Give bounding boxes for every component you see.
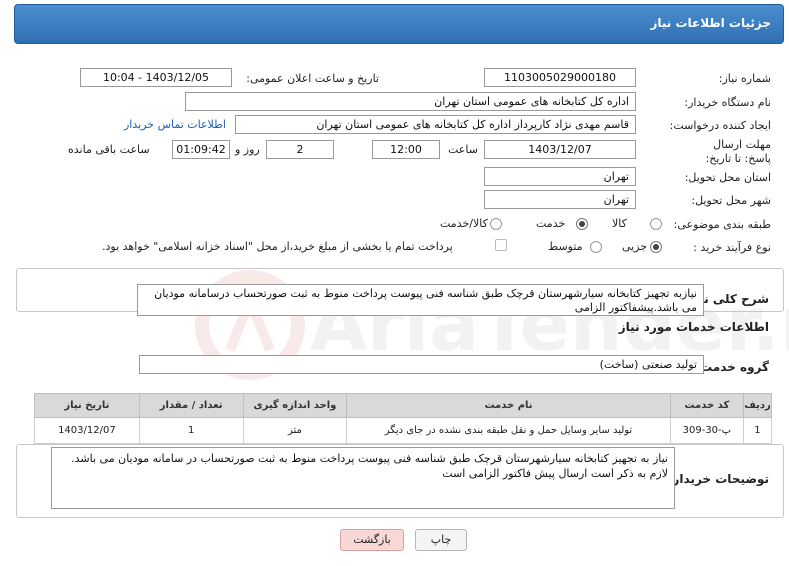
remaining-days-field: 2: [266, 140, 334, 159]
deadline-date-field: 1403/12/07: [484, 140, 636, 159]
radio-selected-dot: [579, 221, 585, 227]
services-table: ردیف کد خدمت نام خدمت واحد اندازه گیری ت…: [34, 393, 773, 444]
col-header-service-code: کد خدمت: [669, 393, 744, 418]
table-row: 1 پ-30-309 تولید سایر وسایل حمل و نقل طب…: [34, 417, 773, 444]
radio-selected-dot: [653, 244, 659, 250]
delivery-city-label: شهر محل تحویل:: [691, 194, 771, 207]
service-group-label: گروه خدمت:: [695, 360, 769, 374]
buyer-notes-textarea[interactable]: نیاز به تجهیز کتابخانه سیارشهرستان قرچک …: [51, 447, 675, 509]
creator-field: قاسم مهدی نژاد کارپرداز اداره کل کتابخان…: [235, 115, 636, 134]
category-radio-goods[interactable]: [650, 218, 662, 230]
announce-datetime-field: 1403/12/05 - 10:04: [80, 68, 232, 87]
services-section-title: اطلاعات خدمات مورد نیاز: [618, 320, 769, 334]
days-label: روز و: [235, 143, 260, 156]
col-header-unit: واحد اندازه گیری: [242, 393, 348, 418]
col-header-row-number: ردیف: [742, 393, 773, 418]
category-option-goods: کالا: [612, 217, 627, 230]
page-title: جزئیات اطلاعات نیاز: [650, 16, 771, 30]
buyer-org-label: نام دستگاه خریدار:: [684, 96, 771, 109]
need-number-label: شماره نیاز:: [718, 72, 771, 85]
category-option-service: خدمت: [536, 217, 566, 230]
cell-row-number: 1: [742, 417, 773, 444]
table-header-row: ردیف کد خدمت نام خدمت واحد اندازه گیری ت…: [34, 393, 773, 418]
remaining-time-field: 01:09:42: [172, 140, 230, 159]
deadline-label: مهلت ارسال پاسخ: تا تاریخ:: [705, 138, 771, 165]
print-button[interactable]: چاپ: [415, 529, 467, 551]
cell-service-name: تولید سایر وسایل حمل و نقل طبقه بندی نشد…: [346, 417, 671, 444]
back-button[interactable]: بازگشت: [340, 529, 404, 551]
process-radio-medium[interactable]: [590, 241, 602, 253]
page-header: جزئیات اطلاعات نیاز: [14, 4, 784, 44]
need-number-field: 1103005029000180: [484, 68, 636, 87]
cell-service-code: پ-30-309: [669, 417, 744, 444]
cell-unit: متر: [242, 417, 348, 444]
delivery-province-field: تهران: [484, 167, 636, 186]
col-header-service-name: نام خدمت: [346, 393, 671, 418]
process-type-label: نوع فرآیند خرید :: [693, 241, 771, 254]
col-header-quantity: تعداد / مقدار: [138, 393, 244, 418]
category-radio-goods-service[interactable]: [490, 218, 502, 230]
treasury-payment-checkbox[interactable]: [495, 239, 507, 251]
summary-textarea[interactable]: نیازبه تجهیز کتابخانه سیارشهرستان قرچک ط…: [137, 284, 704, 316]
process-option-medium: متوسط: [548, 240, 583, 253]
deadline-time-label: ساعت: [448, 143, 478, 156]
cell-need-date: 1403/12/07: [34, 417, 140, 444]
buyer-notes-label: توضیحات خریدار:: [667, 472, 769, 486]
buyer-org-field: اداره کل کتابخانه های عمومی استان تهران: [185, 92, 636, 111]
col-header-need-date: تاریخ نیاز: [34, 393, 140, 418]
delivery-city-field: تهران: [484, 190, 636, 209]
remaining-time-label: ساعت باقی مانده: [68, 143, 150, 156]
creator-label: ایجاد کننده درخواست:: [669, 119, 771, 132]
category-radio-service[interactable]: [576, 218, 588, 230]
process-option-minor: جزیی: [622, 240, 648, 253]
category-label: طبقه بندی موضوعی:: [673, 218, 771, 231]
treasury-payment-note: پرداخت تمام یا بخشی از مبلغ خرید،از محل …: [102, 240, 453, 253]
process-radio-minor[interactable]: [650, 241, 662, 253]
deadline-time-field: 12:00: [372, 140, 440, 159]
announce-datetime-label: تاریخ و ساعت اعلان عمومی:: [246, 72, 379, 85]
delivery-province-label: استان محل تحویل:: [684, 171, 771, 184]
service-group-field: تولید صنعتی (ساخت): [139, 355, 704, 374]
category-option-goods-service: کالا/خدمت: [440, 217, 488, 230]
buyer-contact-link[interactable]: اطلاعات تماس خریدار: [124, 118, 226, 131]
cell-quantity: 1: [138, 417, 244, 444]
